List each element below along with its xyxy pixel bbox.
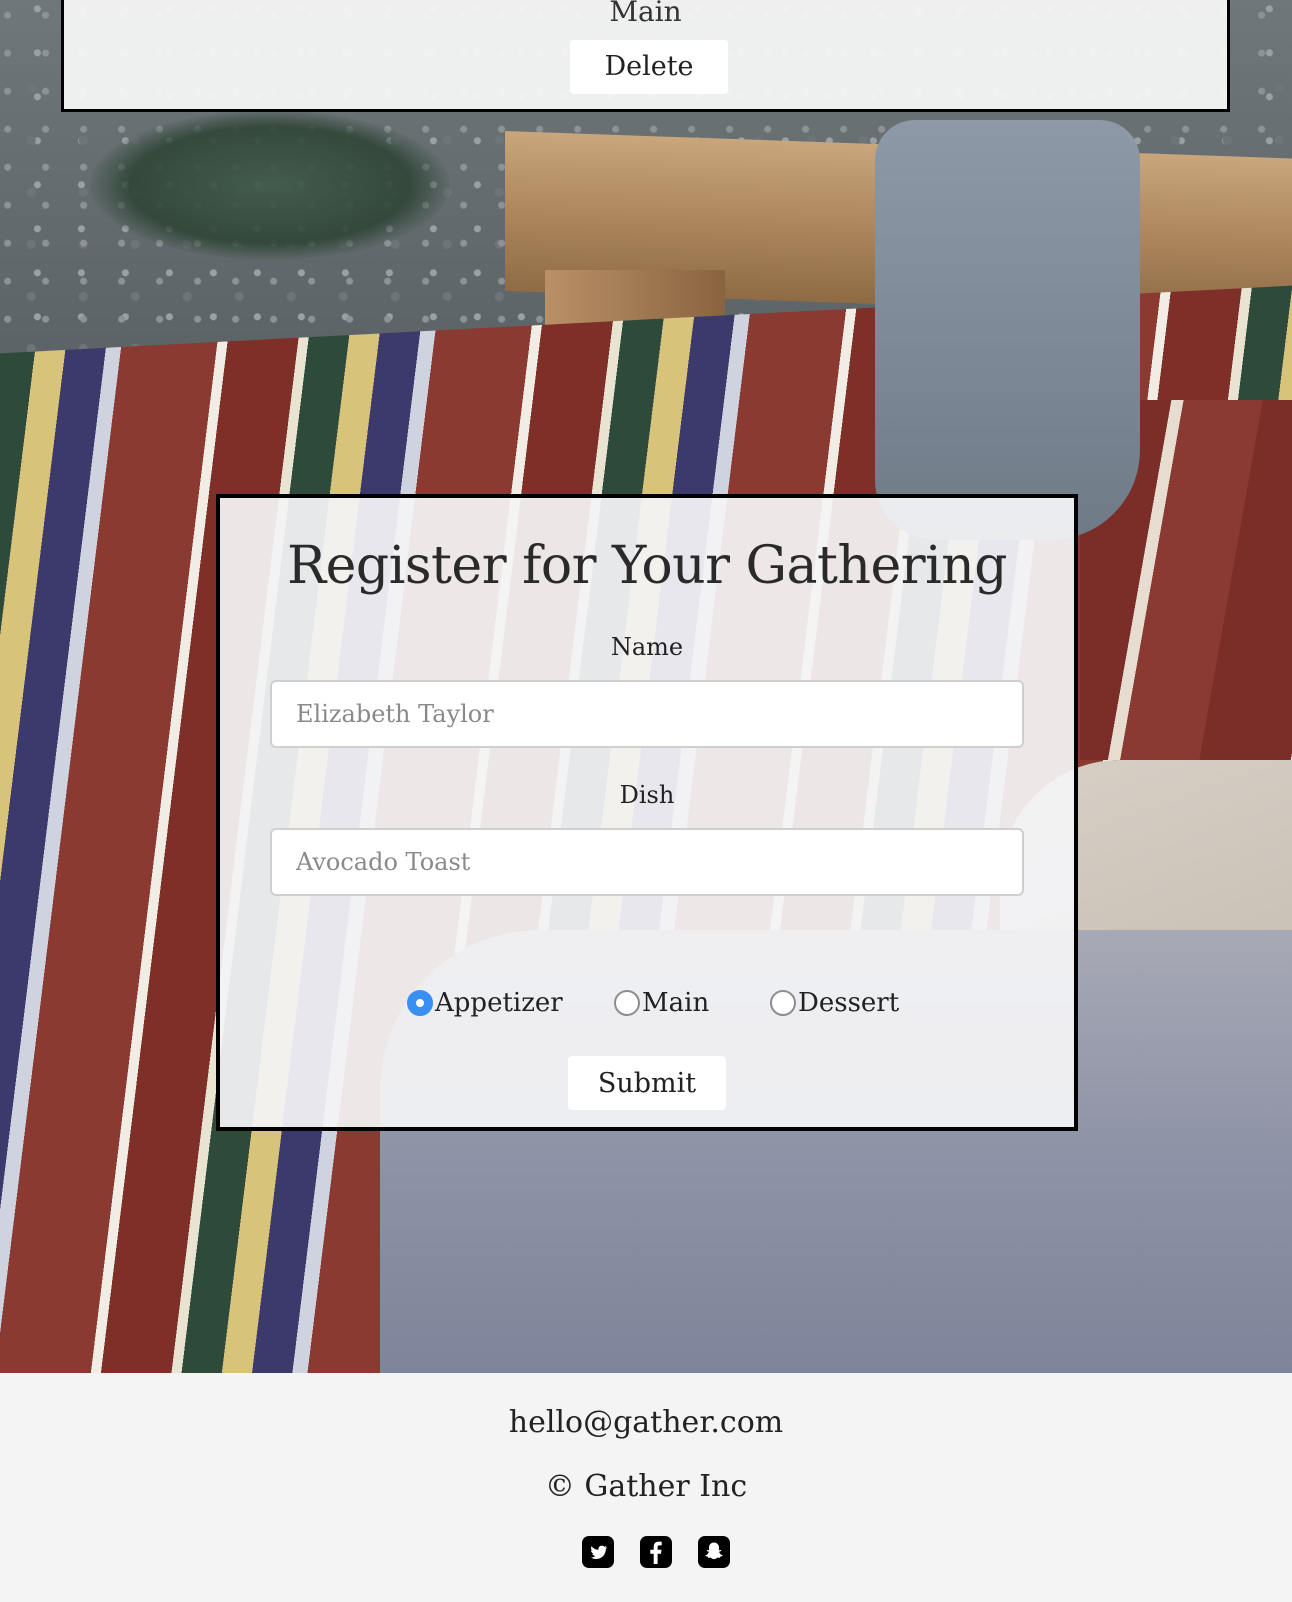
radio-button[interactable] xyxy=(770,990,796,1016)
footer: hello@gather.com © Gather Inc xyxy=(0,1373,1292,1602)
form-title: Register for Your Gathering xyxy=(287,536,1007,596)
contact-email-link[interactable]: hello@gather.com xyxy=(0,1405,1292,1440)
registration-card: Main Delete xyxy=(61,0,1230,112)
linen-napkin xyxy=(875,120,1140,540)
submit-button[interactable]: Submit xyxy=(568,1056,726,1110)
name-input[interactable] xyxy=(270,680,1024,748)
facebook-icon[interactable] xyxy=(640,1536,672,1568)
radio-main[interactable]: Main xyxy=(614,985,709,1021)
radio-label: Appetizer xyxy=(435,988,563,1018)
copyright-text: © Gather Inc xyxy=(544,1469,748,1504)
delete-button[interactable]: Delete xyxy=(570,40,728,94)
twitter-icon[interactable] xyxy=(582,1536,614,1568)
radio-dessert[interactable]: Dessert xyxy=(770,985,899,1021)
name-label: Name xyxy=(610,633,684,661)
radio-button[interactable] xyxy=(614,990,640,1016)
radio-label: Main xyxy=(642,988,710,1018)
plant xyxy=(90,110,450,260)
radio-label: Dessert xyxy=(798,988,900,1018)
course-radio-group: Appetizer Main Dessert xyxy=(220,985,1074,1021)
snapchat-icon[interactable] xyxy=(698,1536,730,1568)
course-text: Main xyxy=(609,0,682,28)
register-form-card: Register for Your Gathering Name Dish Ap… xyxy=(216,494,1078,1131)
radio-appetizer[interactable]: Appetizer xyxy=(407,985,563,1021)
social-links xyxy=(0,1536,1292,1570)
dish-input[interactable] xyxy=(270,828,1024,896)
dish-label: Dish xyxy=(619,781,675,809)
radio-button-checked[interactable] xyxy=(407,990,433,1016)
